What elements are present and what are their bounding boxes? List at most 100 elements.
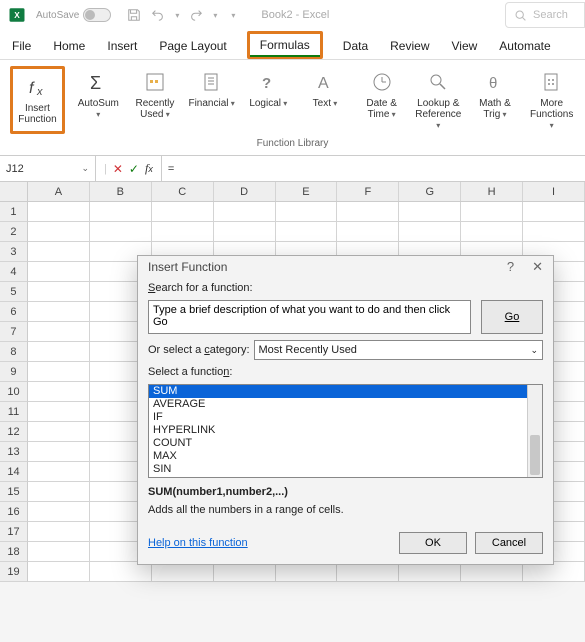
row-header[interactable]: 19 [0,562,28,582]
cell[interactable] [523,202,585,222]
autosum-button[interactable]: ΣAutoSum [75,66,122,120]
redo-dropdown-icon[interactable]: ▾ [213,11,217,20]
insert-function-button[interactable]: fxInsertFunction [10,66,65,134]
cell[interactable] [214,202,276,222]
cell[interactable] [90,562,152,582]
recently-used-button[interactable]: RecentlyUsed [132,66,179,120]
column-header[interactable]: I [523,182,585,201]
close-icon[interactable]: ✕ [532,259,543,275]
cell[interactable] [276,562,338,582]
cell[interactable] [461,562,523,582]
cell[interactable] [28,362,90,382]
function-list-item[interactable]: COUNT [149,437,527,450]
cell[interactable] [28,562,90,582]
row-header[interactable]: 13 [0,442,28,462]
row-header[interactable]: 11 [0,402,28,422]
row-header[interactable]: 6 [0,302,28,322]
save-icon[interactable] [127,8,141,22]
function-list-item[interactable]: SUM [149,385,527,398]
column-header[interactable]: G [399,182,461,201]
logical-button[interactable]: ?Logical [245,66,292,109]
cell[interactable] [337,562,399,582]
date-time-button[interactable]: Date &Time [358,66,405,120]
row-header[interactable]: 4 [0,262,28,282]
go-button[interactable]: Go [481,300,543,334]
cell[interactable] [523,222,585,242]
row-header[interactable]: 3 [0,242,28,262]
function-list-item[interactable]: MAX [149,450,527,463]
row-header[interactable]: 17 [0,522,28,542]
tab-review[interactable]: Review [388,33,431,59]
qat-overflow-icon[interactable]: ▾ [231,11,235,20]
cell[interactable] [28,282,90,302]
cell[interactable] [28,242,90,262]
cell[interactable] [523,562,585,582]
row-header[interactable]: 2 [0,222,28,242]
cell[interactable] [152,222,214,242]
cell[interactable] [28,502,90,522]
row-header[interactable]: 14 [0,462,28,482]
more-functions-button[interactable]: MoreFunctions [528,66,575,131]
lookup-reference-button[interactable]: Lookup &Reference [415,66,462,131]
tab-data[interactable]: Data [341,33,370,59]
row-header[interactable]: 18 [0,542,28,562]
tab-file[interactable]: File [10,33,33,59]
cell[interactable] [399,562,461,582]
financial-button[interactable]: Financial [188,66,235,109]
column-header[interactable]: B [90,182,152,201]
cell[interactable] [28,382,90,402]
cell[interactable] [28,302,90,322]
cell[interactable] [28,402,90,422]
cell[interactable] [276,202,338,222]
name-box[interactable]: J12 ⌄ [0,156,96,181]
cell[interactable] [90,222,152,242]
text-button[interactable]: AText [302,66,349,109]
function-list-item[interactable]: IF [149,411,527,424]
row-header[interactable]: 5 [0,282,28,302]
column-header[interactable]: E [276,182,338,201]
cell[interactable] [28,222,90,242]
cancel-formula-icon[interactable]: ✕ [113,162,123,176]
cell[interactable] [28,462,90,482]
row-header[interactable]: 9 [0,362,28,382]
cell[interactable] [214,222,276,242]
row-header[interactable]: 12 [0,422,28,442]
tab-home[interactable]: Home [51,33,87,59]
cell[interactable] [214,562,276,582]
fx-icon[interactable]: fx [145,161,153,176]
row-header[interactable]: 7 [0,322,28,342]
cell[interactable] [28,442,90,462]
tab-formulas[interactable]: Formulas [247,31,323,59]
cell[interactable] [28,522,90,542]
tab-automate[interactable]: Automate [497,33,552,59]
cell[interactable] [399,202,461,222]
select-all-corner[interactable] [0,182,28,201]
cancel-button[interactable]: Cancel [475,532,543,554]
math-trig-button[interactable]: θMath &Trig [472,66,519,120]
help-link[interactable]: Help on this function [148,537,248,549]
cell[interactable] [461,202,523,222]
function-list[interactable]: SUMAVERAGEIFHYPERLINKCOUNTMAXSIN [148,384,543,478]
cell[interactable] [337,202,399,222]
column-header[interactable]: C [152,182,214,201]
autosave-toggle[interactable]: AutoSave [36,8,111,22]
tab-insert[interactable]: Insert [105,33,139,59]
cell[interactable] [28,322,90,342]
cell[interactable] [28,482,90,502]
cell[interactable] [90,202,152,222]
formula-bar[interactable]: = [162,156,585,181]
function-list-item[interactable]: AVERAGE [149,398,527,411]
cell[interactable] [152,562,214,582]
column-header[interactable]: F [337,182,399,201]
tab-page-layout[interactable]: Page Layout [157,33,228,59]
column-header[interactable]: H [461,182,523,201]
ok-button[interactable]: OK [399,532,467,554]
row-header[interactable]: 8 [0,342,28,362]
column-header[interactable]: A [28,182,90,201]
search-function-input[interactable] [148,300,471,334]
row-header[interactable]: 10 [0,382,28,402]
cell[interactable] [28,342,90,362]
column-header[interactable]: D [214,182,276,201]
scrollbar[interactable] [527,385,542,477]
tab-view[interactable]: View [450,33,480,59]
